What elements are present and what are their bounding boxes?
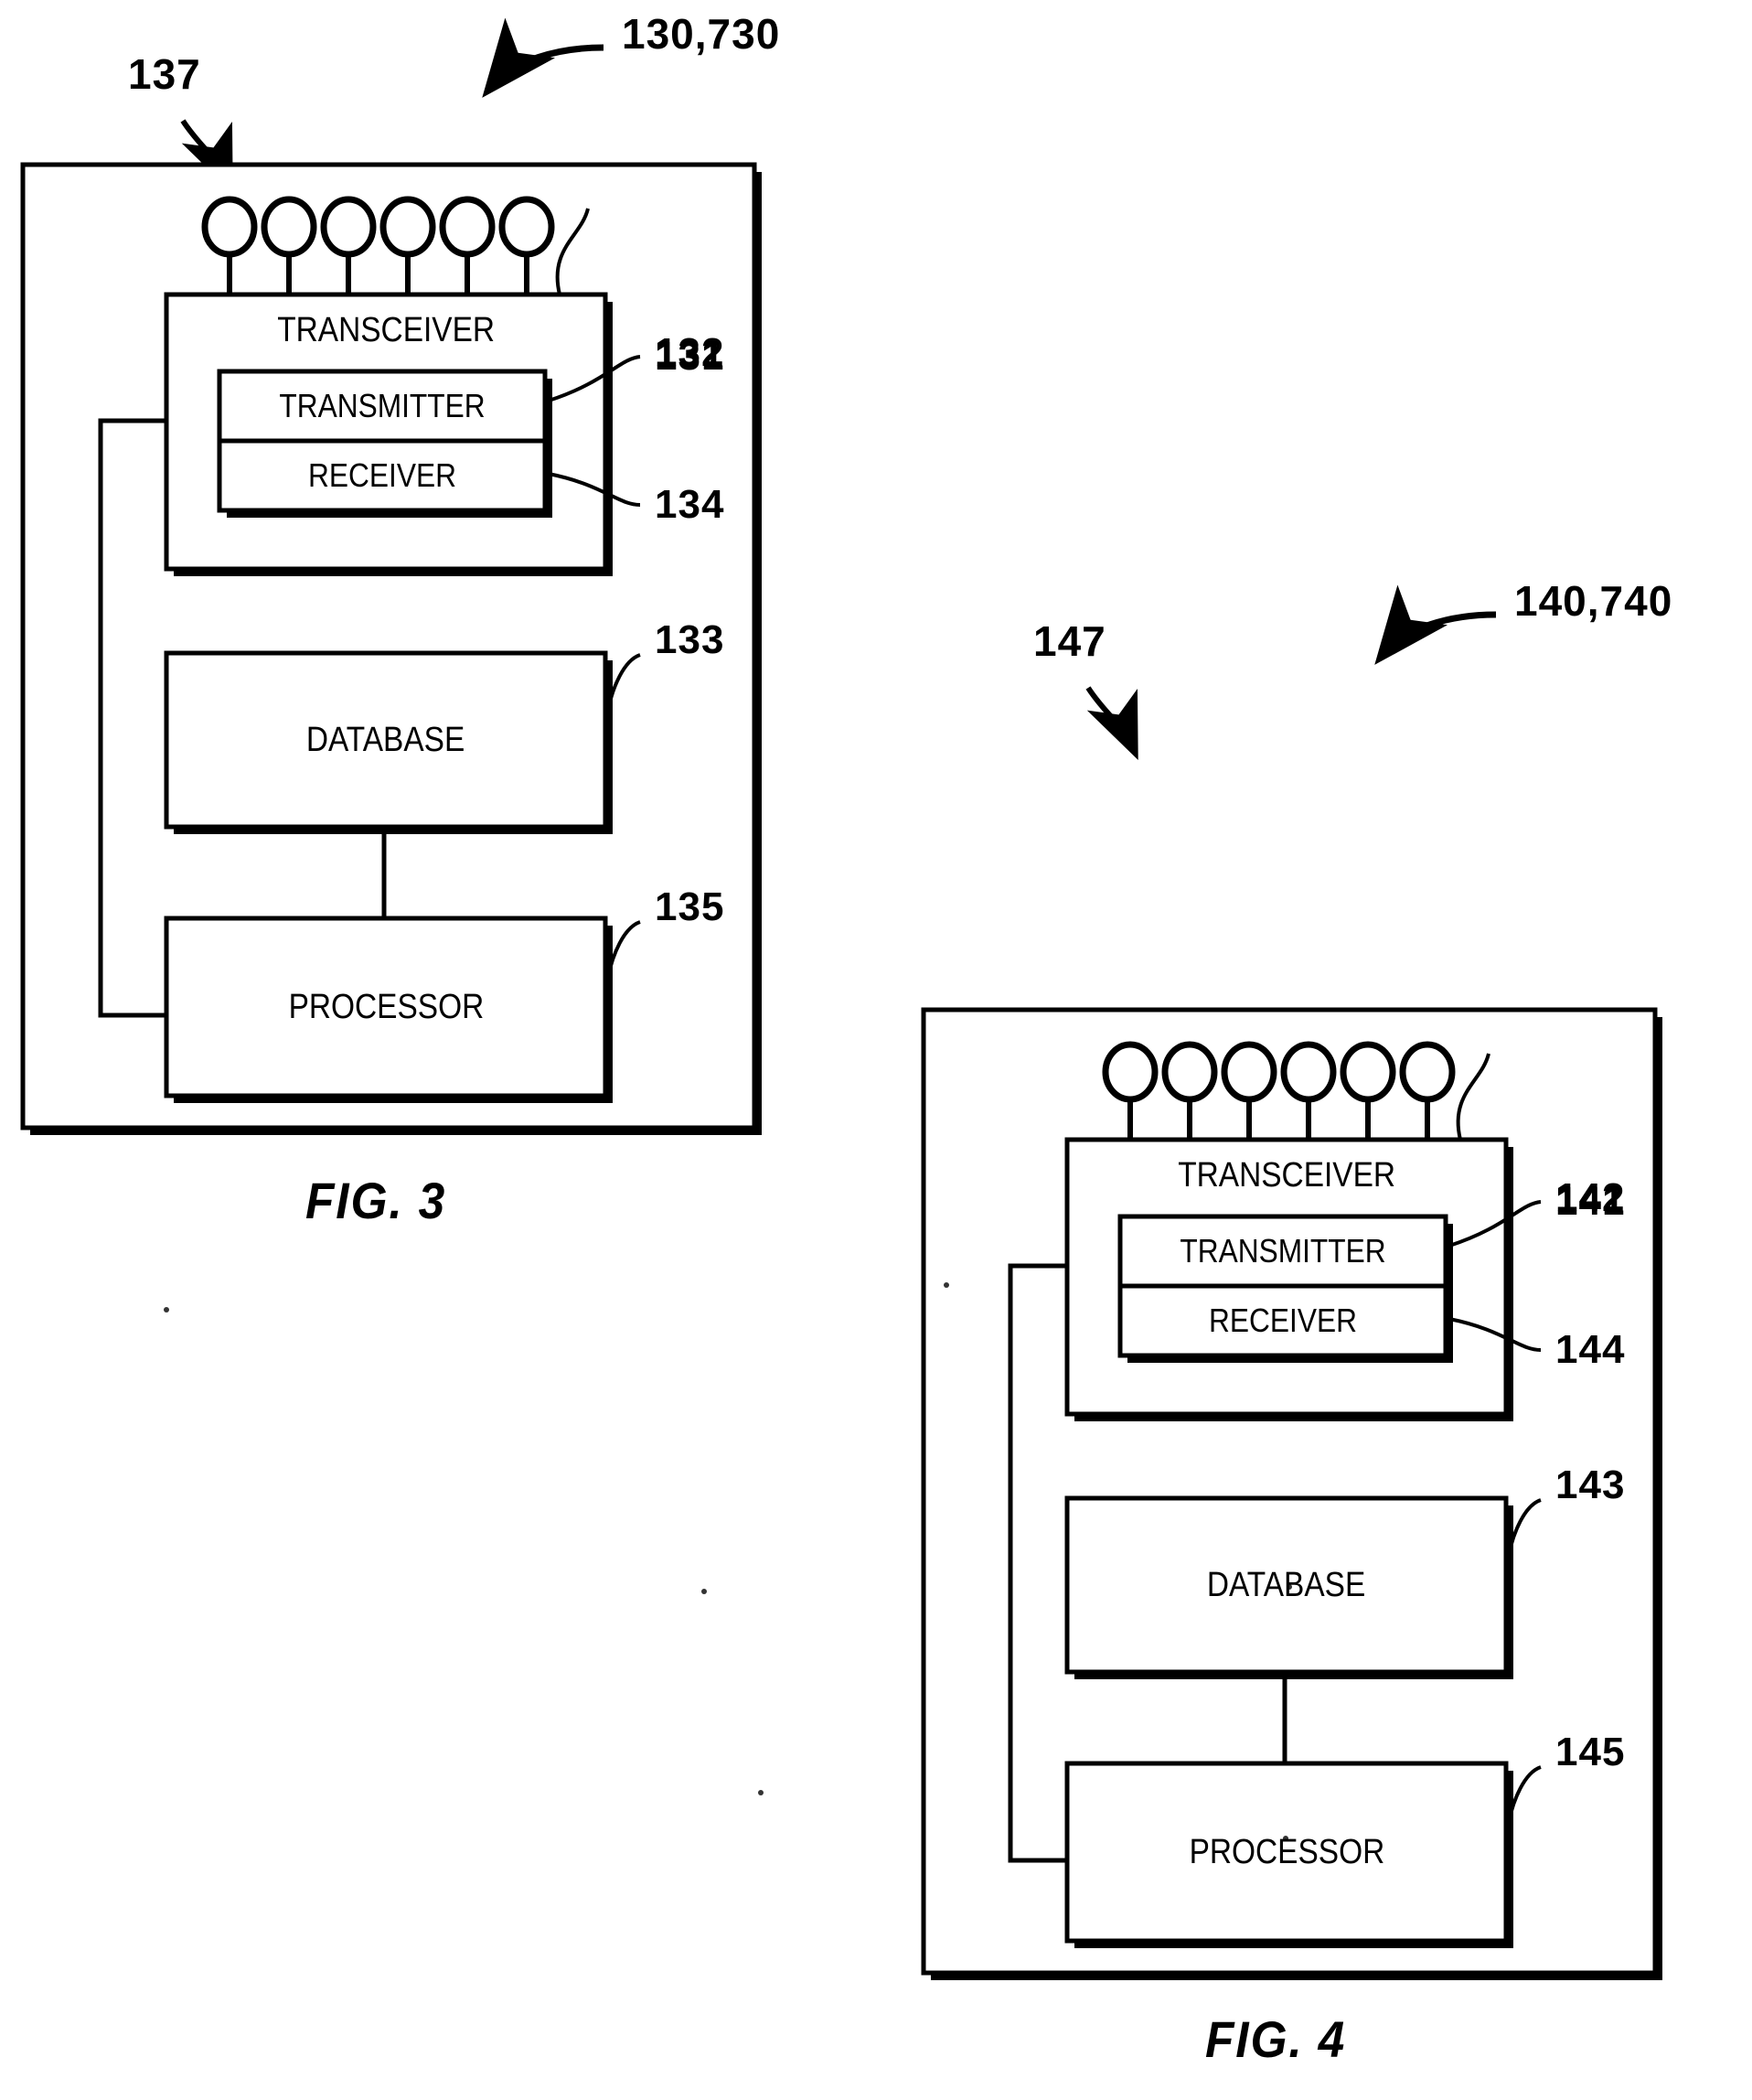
assembly-leader-fig3 [482, 17, 604, 98]
figure-4-group [921, 584, 1662, 1980]
antenna-element [439, 196, 496, 258]
antenna-ref-fig3: 137 [128, 50, 201, 98]
antenna-element [1399, 1041, 1456, 1103]
antenna-leader-fig4 [1085, 686, 1138, 761]
drawing-sheet: 130,730 137 TRANSCEIVER 131 TRANSMITTER … [0, 0, 1752, 2100]
antenna-element [1280, 1041, 1337, 1103]
processor-ref-fig3: 135 [655, 884, 725, 929]
transmitter-ref-fig3: 132 [655, 330, 725, 375]
processor-box-fig4 [1064, 1761, 1509, 1944]
assembly-ref-fig3: 130,730 [622, 10, 781, 58]
processor-box-fig3 [164, 916, 608, 1098]
processor-ref-fig4: 145 [1555, 1730, 1626, 1774]
receiver-ref-fig3: 134 [655, 482, 725, 527]
database-box-fig4 [1064, 1495, 1509, 1675]
figure-caption-fig4: FIG. 4 [1205, 2010, 1347, 2068]
antenna-element [1161, 1041, 1218, 1103]
receiver-ref-fig4: 144 [1555, 1327, 1626, 1372]
antenna-element [201, 196, 258, 258]
figure-vector-layer [20, 17, 1662, 1980]
antenna-element [320, 196, 377, 258]
database-box-fig3 [164, 650, 608, 830]
transmitter-ref-fig4: 142 [1555, 1175, 1626, 1220]
antenna-element [1221, 1041, 1277, 1103]
figure-3-group [20, 17, 762, 1135]
database-ref-fig3: 133 [655, 617, 725, 662]
assembly-ref-fig4: 140,740 [1514, 577, 1673, 625]
antenna-element [498, 196, 555, 258]
figure-caption-fig3: FIG. 3 [305, 1172, 447, 1229]
antenna-element [1340, 1041, 1396, 1103]
antenna-element [379, 196, 436, 258]
database-ref-fig4: 143 [1555, 1462, 1626, 1507]
antenna-element [1102, 1041, 1159, 1103]
assembly-leader-fig4 [1374, 584, 1497, 665]
antenna-ref-fig4: 147 [1033, 617, 1106, 665]
antenna-element [261, 196, 317, 258]
